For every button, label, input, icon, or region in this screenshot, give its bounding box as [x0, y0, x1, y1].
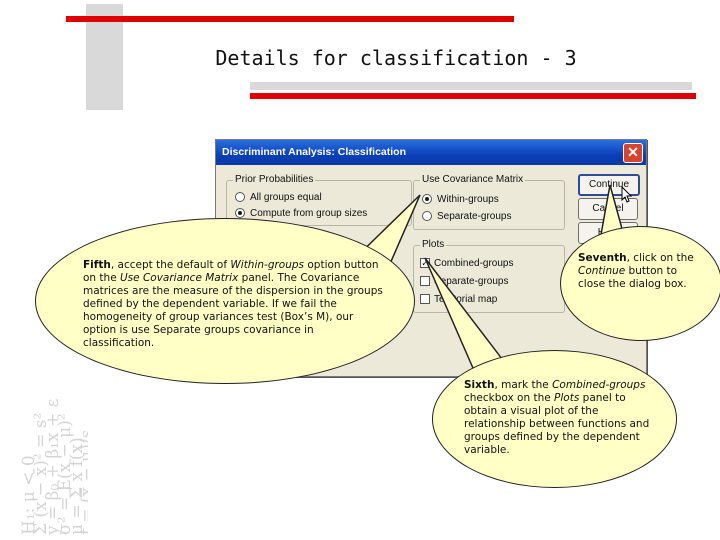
callout-emphasis: Use Covariance Matrix [120, 272, 239, 284]
fifth-callout: Fifth, accept the default of Within-grou… [35, 218, 415, 384]
callout-text-part: , click on the [626, 252, 694, 264]
step-label: Fifth [83, 259, 111, 271]
step-label: Sixth [464, 379, 495, 391]
callout-emphasis: Combined-groups [552, 379, 646, 391]
callout-emphasis: Within-groups [230, 259, 305, 271]
step-label: Seventh [578, 252, 627, 264]
callout-text-part: checkbox on the [464, 392, 555, 404]
sixth-callout-text: Sixth, mark the Combined-groups checkbox… [464, 379, 654, 457]
sixth-callout: Sixth, mark the Combined-groups checkbox… [432, 350, 677, 488]
fifth-callout-text: Fifth, accept the default of Within-grou… [83, 259, 383, 350]
callout-text-part: , accept the default of [110, 259, 231, 271]
seventh-callout: Seventh, click on the Continue button to… [560, 226, 720, 341]
callout-emphasis: Plots [554, 392, 580, 404]
callout-text-part: , mark the [494, 379, 553, 391]
callout-emphasis: Continue [578, 265, 626, 277]
seventh-callout-text: Seventh, click on the Continue button to… [578, 252, 706, 291]
